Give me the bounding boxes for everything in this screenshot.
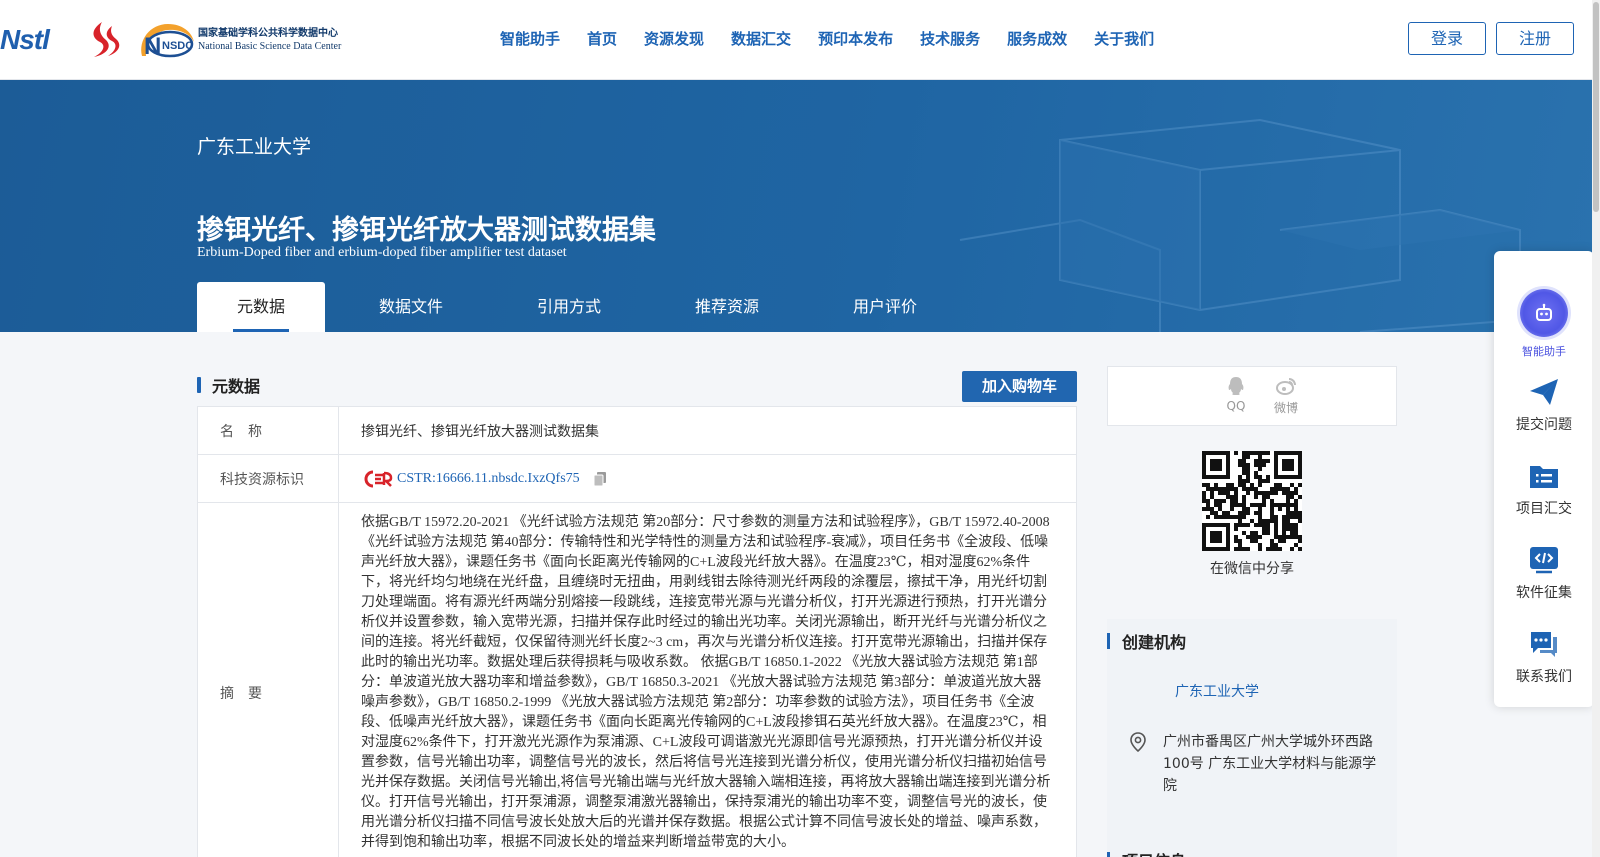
table-row: 摘 要 依据GB/T 15972.20-2021 《光纤试验方法规范 第20部分… [198,503,1076,857]
tab-data-files[interactable]: 数据文件 [379,282,443,332]
folder-list-icon [1530,466,1558,488]
float-software-label: 软件征集 [1516,585,1572,601]
float-software-collection[interactable]: 软件征集 [1494,544,1594,602]
metadata-table: 名 称 掺铒光纤、掺铒光纤放大器测试数据集 科技资源标识 CSTR:16666.… [197,406,1077,857]
dataset-title: 掺铒光纤、掺铒光纤放大器测试数据集 [197,215,656,246]
wechat-qr-code [1202,451,1302,551]
nav-service-results[interactable]: 服务成效 [1007,28,1067,49]
nsdc-mark-icon: N NSDC [141,24,194,60]
share-panel: QQ 微博 [1107,366,1397,426]
org-section-title: 创建机构 [1122,633,1187,652]
cstr-identifier-link[interactable]: CSTR:16666.11.nbsdc.IxzQfs75 [397,471,580,487]
metadata-section-title: 元数据 [212,377,261,396]
cstr-logo-icon [364,470,393,487]
nav-home[interactable]: 首页 [587,28,617,49]
qq-label: QQ [1226,399,1246,413]
org-address: 广州市番禺区广州大学城外环西路100号 广东工业大学材料与能源学院 [1163,734,1377,794]
section-accent-bar [197,377,201,393]
float-project-label: 项目汇交 [1516,501,1572,517]
svg-text:NSDC: NSDC [162,40,193,52]
add-to-cart-button[interactable]: 加入购物车 [962,371,1077,402]
nsdc-english-name: National Basic Science Data Center [198,40,342,52]
metadata-section-header: 元数据 加入购物车 [197,368,1077,402]
dataset-banner: 广东工业大学 掺铒光纤、掺铒光纤放大器测试数据集 Erbium-Doped fi… [0,80,1600,332]
abstract-value: 依据GB/T 15972.20-2021 《光纤试验方法规范 第20部分：尺寸参… [361,515,1051,850]
institution-name[interactable]: 广东工业大学 [197,132,311,159]
nstl-logo[interactable]: Nstl [0,24,68,56]
partner-logo-icon[interactable] [82,20,126,60]
banner-decoration-icon [959,118,1521,332]
top-header: Nstl N NSDC 国家基础学科公共科学数据中心 National Basi… [0,0,1600,80]
register-button[interactable]: 注册 [1496,22,1574,55]
section-accent-bar [1107,852,1110,857]
tab-user-reviews[interactable]: 用户评价 [853,282,917,332]
weibo-label: 微博 [1273,401,1298,415]
tab-recommended[interactable]: 推荐资源 [695,282,759,332]
float-submit-question[interactable]: 提交问题 [1494,376,1594,434]
tab-citation[interactable]: 引用方式 [537,282,601,332]
float-contact-us[interactable]: 联系我们 [1494,628,1594,686]
code-icon [1530,547,1558,574]
nav-ai-assistant[interactable]: 智能助手 [500,28,560,49]
nsdc-chinese-name: 国家基础学科公共科学数据中心 [198,27,338,39]
resource-id-cell: CSTR:16666.11.nbsdc.IxzQfs75 [339,455,1076,502]
float-ai-assistant[interactable]: 智能助手 [1494,289,1594,359]
dataset-tabs: 元数据 数据文件 引用方式 推荐资源 用户评价 [197,282,917,332]
share-weibo-button[interactable]: 微博 [1266,375,1306,416]
tab-metadata[interactable]: 元数据 [197,282,325,332]
scrollbar-thumb[interactable] [1593,2,1599,212]
main-nav: 智能助手 首页 资源发现 数据汇交 预印本发布 技术服务 服务成效 关于我们 [500,28,1181,49]
name-label: 名 称 [198,407,339,454]
share-qq-button[interactable]: QQ [1216,375,1256,413]
nav-preprint[interactable]: 预印本发布 [818,28,893,49]
name-value: 掺铒光纤、掺铒光纤放大器测试数据集 [361,423,599,440]
qq-icon [1228,377,1244,395]
copy-icon[interactable] [592,471,608,487]
abstract-label: 摘 要 [198,503,339,857]
float-ai-label: 智能助手 [1522,345,1566,358]
robot-icon [1536,303,1552,321]
svg-text:N: N [144,33,161,60]
resource-id-label: 科技资源标识 [198,455,339,502]
qr-caption: 在微信中分享 [1210,561,1294,577]
table-row: 科技资源标识 CSTR:16666.11.nbsdc.IxzQfs75 [198,455,1076,503]
float-project-submission[interactable]: 项目汇交 [1494,460,1594,518]
nav-about-us[interactable]: 关于我们 [1094,28,1154,49]
logo-group: Nstl N NSDC 国家基础学科公共科学数据中心 National Basi… [0,18,341,62]
creator-org-panel: 创建机构 广东工业大学 广州市番禺区广州大学城外环西路100号 广东工业大学材料… [1107,619,1397,857]
page-scrollbar[interactable] [1592,0,1600,857]
section-accent-bar [1107,633,1110,649]
nsdc-logo[interactable]: N NSDC 国家基础学科公共科学数据中心 National Basic Sci… [136,20,341,60]
float-contact-label: 联系我们 [1516,669,1572,685]
org-name-link[interactable]: 广东工业大学 [1175,681,1259,701]
chat-bubble-icon [1531,632,1557,657]
float-submit-label: 提交问题 [1516,417,1572,433]
dataset-subtitle: Erbium-Doped fiber and erbium-doped fibe… [197,245,567,260]
login-button[interactable]: 登录 [1408,22,1486,55]
table-row: 名 称 掺铒光纤、掺铒光纤放大器测试数据集 [198,407,1076,455]
nav-resource-discovery[interactable]: 资源发现 [644,28,704,49]
weibo-icon [1276,378,1296,395]
nav-data-submission[interactable]: 数据汇交 [731,28,791,49]
floating-toolbar: 智能助手 提交问题 项目汇交 软件征集 联系我们 [1494,251,1594,707]
nav-tech-service[interactable]: 技术服务 [920,28,980,49]
project-section-title: 项目信息 [1122,848,1186,857]
location-pin-icon [1130,732,1146,753]
paper-plane-icon [1530,379,1558,405]
